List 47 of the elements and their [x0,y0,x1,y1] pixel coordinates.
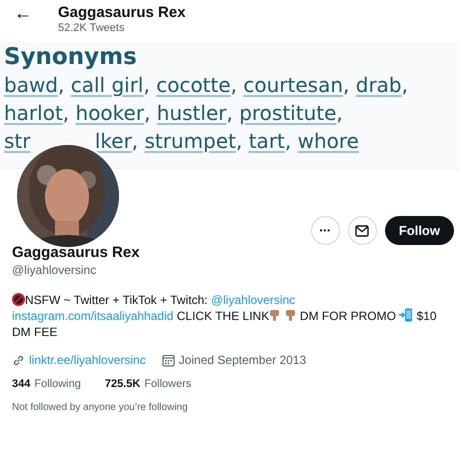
synonym-link[interactable]: lker [94,129,132,153]
calendar-icon [162,354,175,366]
message-button[interactable] [348,216,377,245]
bio-text: NSFW ~ Twitter + TikTok + Twitch: @liyahloversinc instagram.com/itsaaliyahhadid CLICK THE LINK DM FOR PROMO $10 DM FEE [12,292,438,340]
phone-icon [399,308,414,322]
link-icon [12,354,25,366]
synonym-link[interactable]: str [4,129,30,153]
mail-icon [355,224,370,236]
synonym-link[interactable]: bawd [4,73,58,97]
synonym-link[interactable]: harlot [4,101,63,125]
pointing-hand-icon [284,309,297,322]
separator: , [236,129,242,153]
separator: , [144,73,150,97]
back-button[interactable]: ← [12,4,34,22]
follow-button[interactable]: Follow [384,216,454,245]
join-date: Joined September 2013 [178,352,306,368]
separator: , [343,73,350,97]
synonym-link[interactable]: prostitute [239,101,336,125]
synonym-link[interactable]: strumpet [144,129,236,153]
separator: , [226,101,233,125]
synonyms-heading: Synonyms [4,43,138,71]
following-link[interactable]: 344 Following [12,376,81,392]
synonym-link[interactable]: call girl [70,73,144,97]
synonym-link[interactable]: drab [356,73,402,97]
separator: , [336,101,343,125]
separator: , [402,73,408,97]
separator: , [132,129,138,153]
profile-title: Gaggasaurus Rex [58,4,186,22]
synonym-link[interactable]: hooker [76,101,144,125]
synonym-link[interactable]: courtesan [243,73,344,97]
separator: , [230,73,238,97]
pointing-hand-icon [269,309,282,322]
separator: , [144,101,150,125]
synonym-link[interactable]: hustler [156,101,226,125]
followers-link[interactable]: 725.5K Followers [104,376,192,392]
synonym-link[interactable]: cocotte [156,73,231,97]
tweet-count: 52.2K Tweets [58,22,126,35]
more-button[interactable]: ••• [310,216,340,245]
separator: , [58,73,64,97]
profile-handle: @liyahloversinc [12,262,98,278]
synonym-link[interactable]: tart [248,129,285,153]
synonym-link[interactable]: whore [298,129,359,153]
followers-note: Not followed by anyone you’re following [12,401,189,415]
profile-name: Gaggasaurus Rex [12,244,141,262]
separator: , [284,129,292,153]
adult-content-icon [12,293,25,306]
separator: , [62,101,70,125]
